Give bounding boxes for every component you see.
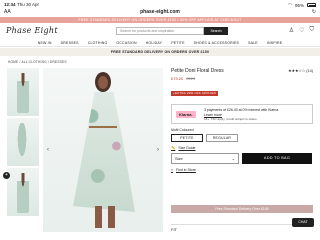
colour-label: Multi Coloured xyxy=(171,128,194,132)
product-main-image[interactable] xyxy=(43,68,163,232)
rating-count: (14) xyxy=(306,69,313,73)
thumbnail-3[interactable] xyxy=(7,168,39,216)
thumbnail-1[interactable] xyxy=(7,68,39,116)
nav-item-clothing[interactable]: CLOTHING xyxy=(88,39,108,46)
nav-item-petite[interactable]: PETITE xyxy=(171,39,184,46)
nav-item-sale[interactable]: SALE xyxy=(248,39,258,46)
nav-item-inspire[interactable]: INSPIRE xyxy=(267,39,282,46)
nav-item-new-in[interactable]: NEW IN xyxy=(38,39,52,46)
chevron-left-icon[interactable]: ‹ xyxy=(47,147,49,153)
delivery-banner: FREE STANDARD DELIVERY ON ORDERS OVER £1… xyxy=(0,48,320,56)
klarna-text: 3 payments of £26.40 at 0% interest with… xyxy=(204,108,312,122)
dress-shape xyxy=(73,92,135,212)
product-info: Petite Doni Floral Dress ★★★☆☆ (14) £79.… xyxy=(171,68,313,172)
chat-button[interactable]: CHAT xyxy=(292,218,314,227)
thumbnail-list xyxy=(7,68,39,218)
size-guide-link[interactable]: 📏 Size Guide xyxy=(171,146,313,150)
account-icon[interactable]: ♙ xyxy=(289,27,294,34)
wishlist-icon[interactable]: ♡ xyxy=(299,27,304,34)
status-time: 12:34 xyxy=(4,2,16,7)
status-date: Thu 30 Apr xyxy=(17,2,40,7)
klarna-logo: Klarna. xyxy=(176,111,196,118)
header-icons: ♙ ♡ ⛉ xyxy=(289,27,314,34)
chevron-right-icon[interactable]: › xyxy=(157,147,159,153)
breadcrumb[interactable]: HOME / ALL CLOTHING / DRESSES xyxy=(8,60,67,64)
nav-item-shoes-accessories[interactable]: SHOES & ACCESSORIES xyxy=(194,39,239,46)
thumbnail-figure xyxy=(17,73,29,113)
brand-logo[interactable]: Phase Eight xyxy=(6,26,58,35)
klarna-box: Klarna. 3 payments of £26.40 at 0% inter… xyxy=(171,104,313,124)
fit-petite-button[interactable]: PETITE xyxy=(171,134,203,142)
site-header: Phase Eight Search for products and insp… xyxy=(0,23,320,39)
thumbnail-2[interactable] xyxy=(7,118,39,166)
price-current: £79.20 xyxy=(171,76,184,81)
discount-badge: +EXTRA 20% OFF APPLIED xyxy=(171,90,218,96)
bag-icon[interactable]: ⛉ xyxy=(309,27,314,34)
cart-row: Size ⌄ ADD TO BAG xyxy=(171,153,313,164)
fit-selector: PETITE REGULAR xyxy=(171,134,313,142)
fit-regular-button[interactable]: REGULAR xyxy=(206,134,238,142)
chevron-down-icon: ⌄ xyxy=(231,156,235,161)
nav-item-dresses[interactable]: DRESSES xyxy=(61,39,79,46)
search-button[interactable]: Search xyxy=(204,27,228,35)
battery-icon xyxy=(307,3,316,7)
price-was: £129 xyxy=(186,76,196,81)
free-delivery-banner: Free Standard Delivery Over £150 xyxy=(171,205,313,213)
belt-shape xyxy=(89,126,117,128)
url-text[interactable]: phase-eight.com xyxy=(0,9,320,15)
search-input[interactable]: Search for products and inspiration xyxy=(116,27,204,35)
location-pin-icon: ⌖ xyxy=(171,168,173,172)
add-to-bag-button[interactable]: ADD TO BAG xyxy=(242,153,312,164)
klarna-line2: 18+, T&C apply, Credit subject to status… xyxy=(204,117,258,121)
price-row: £79.20 £129 xyxy=(171,76,313,81)
thumbnail-figure xyxy=(16,123,28,163)
face-shape xyxy=(98,76,108,89)
browser-url-bar[interactable]: AA phase-eight.com ↻ xyxy=(0,8,320,17)
size-select-value: Size xyxy=(175,156,183,161)
thumbnail-figure xyxy=(17,173,29,213)
find-in-store-link[interactable]: ⌖ Find in Store xyxy=(171,168,313,172)
nav-item-holiday[interactable]: HOLIDAY xyxy=(146,39,163,46)
size-select[interactable]: Size ⌄ xyxy=(171,153,239,164)
battery-percent: 95% xyxy=(294,2,304,8)
nav-item-occasion[interactable]: OCCASION xyxy=(116,39,136,46)
size-guide-label: Size Guide xyxy=(178,146,196,150)
browser-controls: ↻ xyxy=(312,9,316,15)
legs-shape xyxy=(95,206,115,228)
rating-stars-icon: ★★★☆☆ xyxy=(288,69,306,73)
find-in-store-label: Find in Store xyxy=(175,168,196,172)
reload-icon[interactable]: ↻ xyxy=(312,9,316,15)
rating[interactable]: ★★★☆☆ (14) xyxy=(288,68,313,73)
ruler-icon: 📏 xyxy=(171,146,176,150)
accessibility-icon[interactable]: + xyxy=(3,172,10,179)
main-nav: NEW IN DRESSES CLOTHING OCCASION HOLIDAY… xyxy=(0,39,320,47)
